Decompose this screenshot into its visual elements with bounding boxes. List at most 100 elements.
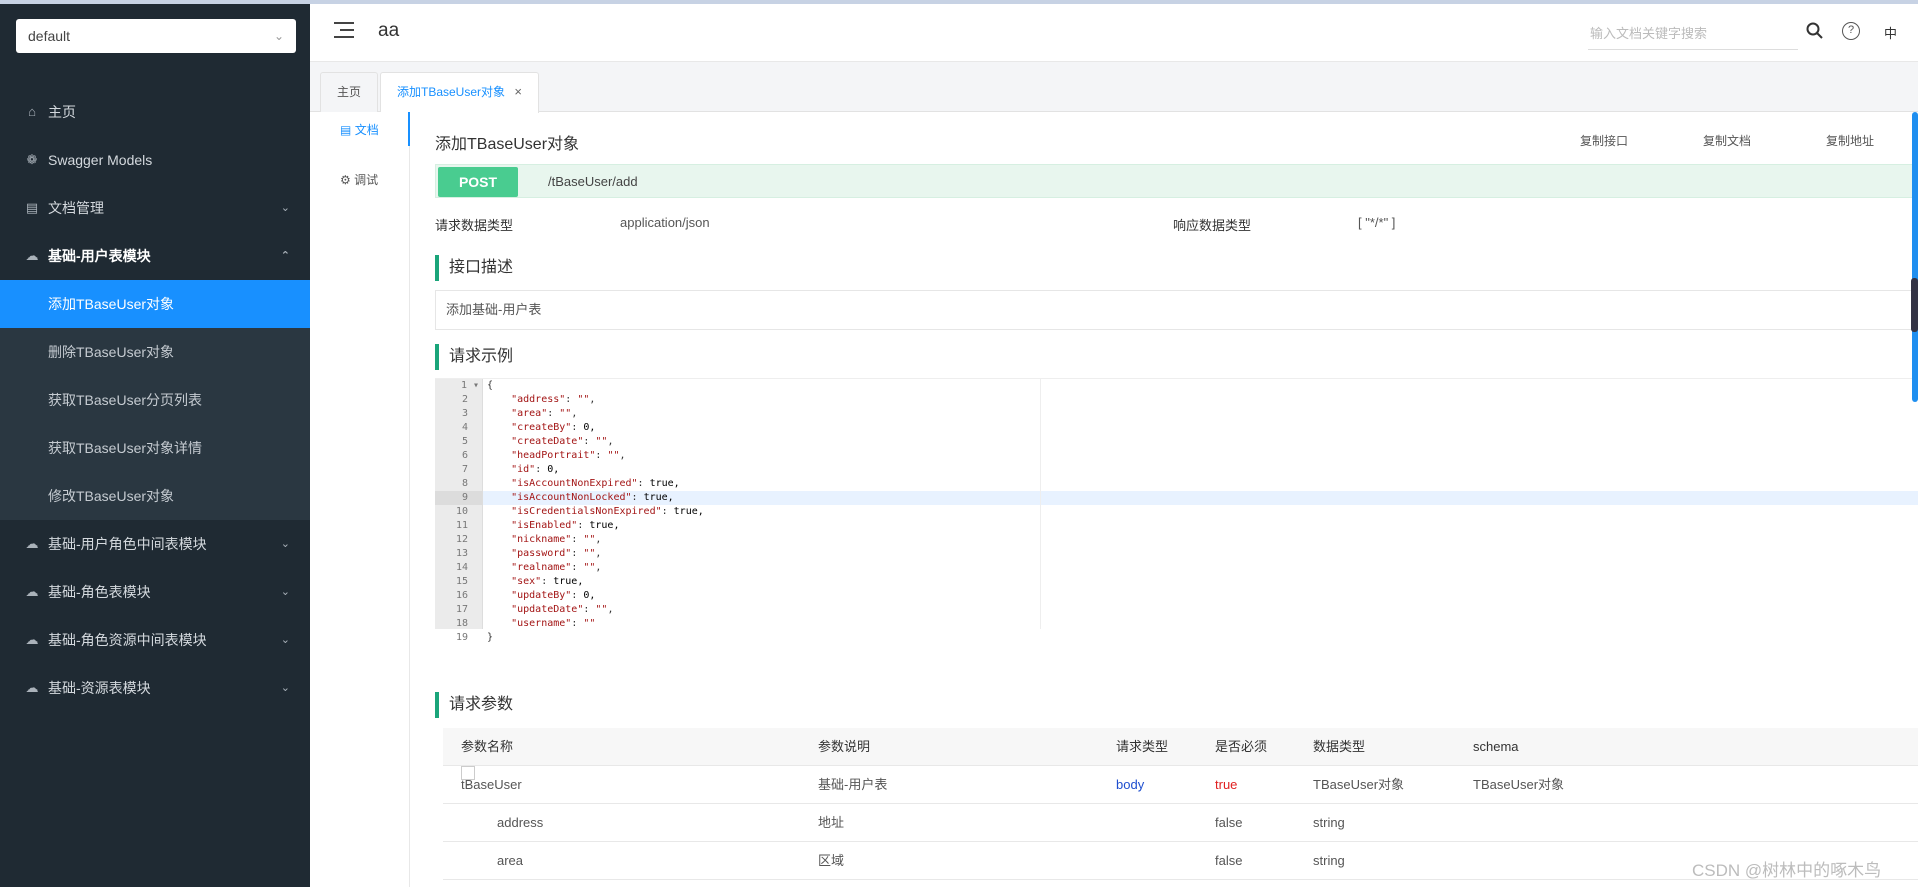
sidebar-item-user-role-module[interactable]: ☁ 基础-用户角色中间表模块 ⌄ <box>0 520 310 568</box>
chevron-down-icon: ⌄ <box>280 586 290 598</box>
sidebar-item-role-resource-module[interactable]: ☁ 基础-角色资源中间表模块 ⌄ <box>0 616 310 664</box>
param-name-cell: address <box>497 815 544 830</box>
sidebar-subitem-user-page-list[interactable]: 获取TBaseUser分页列表 <box>0 376 310 424</box>
language-switch[interactable]: 中 <box>1884 23 1897 42</box>
bug-icon: ⚙ <box>340 173 351 187</box>
sidebar-item-user-module[interactable]: ☁ 基础-用户表模块 ⌃ <box>0 232 310 280</box>
chevron-down-icon: ⌄ <box>280 634 290 646</box>
sidebar-item-role-module[interactable]: ☁ 基础-角色表模块 ⌄ <box>0 568 310 616</box>
method-row: POST /tBaseUser/add <box>435 164 1918 198</box>
code-line: "isCredentialsNonExpired": true, <box>511 506 704 517</box>
line-number: 3 <box>461 408 468 419</box>
table-header-cell: 请求类型 <box>1116 739 1169 754</box>
docs-icon: ▤ <box>25 200 39 215</box>
sidebar-subitem-delete-user[interactable]: 删除TBaseUser对象 <box>0 328 310 376</box>
chevron-down-icon: ⌄ <box>280 682 290 694</box>
code-line: "username": "" <box>511 618 596 629</box>
params-heading: 请求参数 <box>435 692 513 718</box>
sidebar: default ⌄ ⌂ 主页 ❁ Swagger Models ▤ 文档管理 ⌄… <box>0 4 310 887</box>
copy-api-button[interactable]: 复制接口 <box>1580 132 1628 149</box>
watermark: CSDN @树林中的啄木鸟 <box>1692 861 1882 880</box>
sidebar-item-label: 基础-角色资源中间表模块 <box>48 632 207 648</box>
code-line: "updateBy": 0, <box>511 590 596 601</box>
close-icon[interactable]: × <box>514 84 522 99</box>
models-icon: ❁ <box>26 152 38 167</box>
line-number: 5 <box>461 436 468 447</box>
line-number: 15 <box>455 576 468 587</box>
cloud-icon: ☁ <box>25 584 39 599</box>
code-line: "isAccountNonExpired": true, <box>511 478 680 489</box>
help-icon[interactable]: ? <box>1842 22 1860 40</box>
response-type-label: 响应数据类型 <box>1173 218 1252 233</box>
code-line: "nickname": "", <box>511 534 602 545</box>
line-number: 18 <box>455 618 468 629</box>
cloud-icon: ☁ <box>25 680 39 695</box>
sidebar-item-label: Swagger Models <box>48 152 153 168</box>
sidebar-item-label: 基础-用户角色中间表模块 <box>48 536 207 552</box>
chevron-down-icon: ⌄ <box>280 202 290 214</box>
code-line: "realname": "", <box>511 562 602 573</box>
line-number: 19 <box>455 632 468 643</box>
param-required-cell: false <box>1215 815 1243 830</box>
table-header-row: 参数名称 参数说明 请求类型 是否必须 数据类型 schema <box>443 728 1918 766</box>
copy-doc-button[interactable]: 复制文档 <box>1703 132 1751 149</box>
tab-bar: 主页 添加TBaseUser对象 × <box>310 62 1918 113</box>
sidebar-item-home[interactable]: ⌂ 主页 <box>0 88 310 136</box>
sidebar-item-label: 基础-用户表模块 <box>48 248 151 264</box>
code-line: "isAccountNonLocked": true, <box>511 492 674 503</box>
group-select-value: default <box>28 28 71 44</box>
line-number: 11 <box>455 520 468 531</box>
method-badge: POST <box>438 167 518 197</box>
cloud-icon: ☁ <box>25 632 39 647</box>
doc-nav-label: 文档 <box>354 123 379 137</box>
sidebar-item-resource-module[interactable]: ☁ 基础-资源表模块 ⌄ <box>0 664 310 712</box>
search-icon[interactable] <box>1804 20 1826 42</box>
code-line: "isEnabled": true, <box>511 520 620 531</box>
chevron-up-icon: ⌃ <box>280 250 290 262</box>
home-icon: ⌂ <box>28 104 36 119</box>
search-input[interactable]: 输入文档关键字搜索 <box>1588 18 1798 50</box>
tab-home[interactable]: 主页 <box>320 72 379 112</box>
table-header-cell: 是否必须 <box>1215 739 1268 754</box>
sidebar-subitem-update-user[interactable]: 修改TBaseUser对象 <box>0 472 310 520</box>
sidebar-submenu: 添加TBaseUser对象 删除TBaseUser对象 获取TBaseUser分… <box>0 280 310 520</box>
param-schema-cell: TBaseUser对象 <box>1473 777 1565 792</box>
sidebar-subitem-label: 修改TBaseUser对象 <box>48 488 175 504</box>
sidebar-item-label: 基础-角色表模块 <box>48 584 151 600</box>
menu-toggle-icon[interactable] <box>334 22 354 42</box>
scrollbar-thumb[interactable] <box>1911 278 1918 332</box>
response-type-value: [ "*/*" ] <box>1358 215 1396 230</box>
sidebar-subitem-label: 删除TBaseUser对象 <box>48 344 175 360</box>
code-editor[interactable]: 1 ▾ 2 3 4 5 6 7 8 9 10 11 12 13 14 15 16 17 18 19 { "addre… <box>435 378 1918 643</box>
param-required-cell: false <box>1215 853 1243 868</box>
code-line: "password": "", <box>511 548 602 559</box>
sidebar-item-docs[interactable]: ▤ 文档管理 ⌄ <box>0 184 310 232</box>
sidebar-item-swagger-models[interactable]: ❁ Swagger Models <box>0 136 310 184</box>
page-scrollbar[interactable] <box>1912 112 1918 402</box>
main-content: 添加TBaseUser对象 复制接口 复制文档 复制地址 POST /tBase… <box>410 112 1918 887</box>
example-heading: 请求示例 <box>435 344 513 370</box>
desc-heading: 接口描述 <box>435 255 513 281</box>
sidebar-item-label: 文档管理 <box>48 200 104 216</box>
code-line: "sex": true, <box>511 576 584 587</box>
line-number: 1 ▾ <box>460 380 479 391</box>
line-number: 7 <box>461 464 468 475</box>
param-desc-cell: 区域 <box>818 853 845 868</box>
sidebar-subitem-user-detail[interactable]: 获取TBaseUser对象详情 <box>0 424 310 472</box>
group-select[interactable]: default ⌄ <box>16 19 296 53</box>
line-number: 13 <box>455 548 468 559</box>
sidebar-item-label: 基础-资源表模块 <box>48 680 151 696</box>
copy-url-button[interactable]: 复制地址 <box>1826 132 1874 149</box>
request-type-label: 请求数据类型 <box>435 218 514 233</box>
param-desc-cell: 地址 <box>818 815 845 830</box>
doc-nav-debug[interactable]: ⚙ 调试 <box>340 170 378 190</box>
doc-nav-label: 调试 <box>354 173 379 187</box>
sidebar-subitem-add-user[interactable]: 添加TBaseUser对象 <box>0 280 310 328</box>
tab-add-user[interactable]: 添加TBaseUser对象 × <box>380 72 539 113</box>
doc-nav: ▤ 文档 ⚙ 调试 <box>310 112 410 887</box>
code-line: "headPortrait": "", <box>511 450 626 461</box>
code-body[interactable]: { "address": "", "area": "", "createBy":… <box>487 379 1918 645</box>
line-number: 9 <box>435 491 482 505</box>
api-path[interactable]: /tBaseUser/add <box>548 165 638 199</box>
doc-nav-doc[interactable]: ▤ 文档 <box>340 120 379 140</box>
